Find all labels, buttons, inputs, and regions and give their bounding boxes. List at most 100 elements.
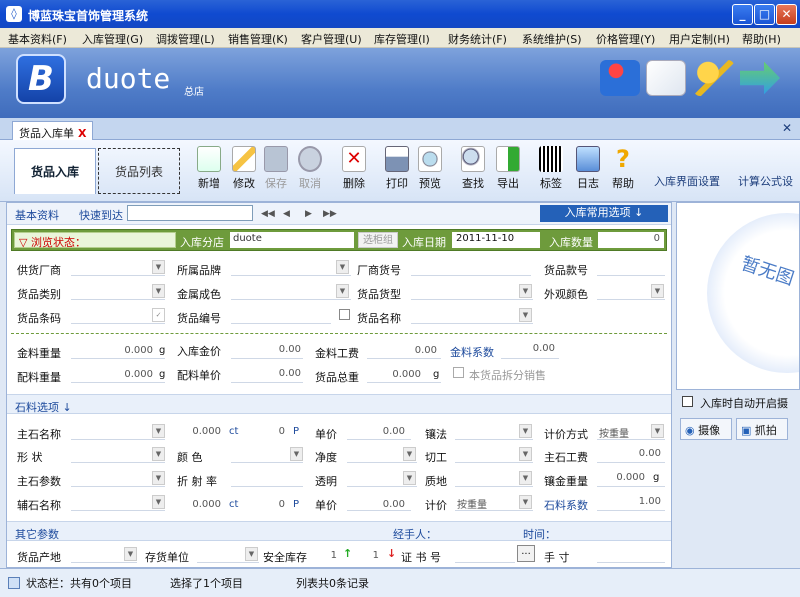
item-no-field[interactable] — [231, 307, 331, 324]
close-all-tabs-icon[interactable]: ✕ — [782, 121, 792, 135]
prev-record-icon[interactable]: ◀ — [283, 209, 290, 219]
chevron-down-icon[interactable]: ▼ — [519, 284, 532, 298]
menu-inbound[interactable]: 入库管理(G) — [82, 31, 143, 47]
menu-sales[interactable]: 销售管理(K) — [228, 31, 288, 47]
next-record-icon[interactable]: ▶ — [305, 209, 312, 219]
supplier-select[interactable] — [71, 259, 165, 276]
menu-transfer[interactable]: 调拨管理(L) — [156, 31, 215, 47]
aux-stone-select[interactable] — [71, 494, 165, 511]
chevron-down-icon[interactable]: ▼ — [403, 471, 416, 485]
stone-section-header[interactable]: 石料选项 ↓ — [7, 394, 671, 414]
mail-icon[interactable] — [646, 60, 686, 96]
formula-settings-link[interactable]: 计算公式设 — [738, 173, 793, 189]
safety-stock-max[interactable]: 1 — [319, 550, 337, 561]
find-button[interactable]: 查找 — [456, 146, 490, 191]
branch-select[interactable]: duote — [230, 232, 354, 248]
common-options-button[interactable]: 入库常用选项 ↓ — [540, 205, 668, 222]
tab-inbound-form[interactable]: 货品入库单 X — [12, 121, 94, 140]
shape-select[interactable] — [71, 446, 165, 463]
barcode-field[interactable] — [71, 307, 165, 324]
edit-button[interactable]: 修改 — [227, 146, 261, 191]
chevron-down-icon[interactable]: ▼ — [336, 284, 349, 298]
add-button[interactable]: 新增 — [192, 146, 226, 191]
chevron-down-icon[interactable]: ▼ — [651, 284, 664, 298]
type-select[interactable] — [411, 283, 533, 300]
help-button[interactable]: ? 帮助 — [606, 146, 640, 191]
auto-open-option[interactable]: 入库时自动开启摄 — [680, 394, 798, 410]
label-button[interactable]: 标签 — [534, 146, 568, 191]
inlay-weight-field[interactable]: 0.000 g — [597, 470, 665, 487]
cancel-button[interactable]: 取消 — [293, 146, 327, 191]
chevron-down-icon[interactable]: ▼ — [124, 547, 137, 561]
menu-customer[interactable]: 客户管理(U) — [301, 31, 362, 47]
menu-basic[interactable]: 基本资料(F) — [8, 31, 67, 47]
chevron-down-icon[interactable]: ▼ — [336, 260, 349, 274]
last-record-icon[interactable]: ▶▶ — [323, 209, 337, 219]
chevron-down-icon[interactable]: ▼ — [403, 447, 416, 461]
main-stone-qty[interactable]: 0.000 — [177, 426, 221, 437]
basic-info-link[interactable]: 基本资料 — [15, 207, 59, 223]
split-sale-checkbox[interactable] — [453, 367, 464, 378]
switch-arrow-icon[interactable] — [740, 61, 780, 95]
tab-goods-inbound[interactable]: 货品入库 — [14, 148, 96, 194]
main-stone-count[interactable]: 0 — [261, 426, 285, 437]
main-stone-select[interactable] — [71, 423, 165, 440]
chevron-down-icon[interactable]: ▼ — [651, 424, 664, 438]
main-stone-param-select[interactable] — [71, 470, 165, 487]
check-icon[interactable]: ✓ — [152, 308, 165, 322]
aux-stone-qty[interactable]: 0.000 — [177, 499, 221, 510]
inbound-qty-field[interactable]: 0 — [598, 232, 664, 248]
chevron-down-icon[interactable]: ▼ — [519, 308, 532, 322]
export-button[interactable]: 导出 — [491, 146, 525, 191]
delete-button[interactable]: ✕ 删除 — [337, 146, 371, 191]
ring-size-field[interactable] — [597, 546, 665, 563]
chevron-down-icon[interactable]: ▼ — [245, 547, 258, 561]
joystick-icon[interactable] — [600, 60, 640, 96]
category-select[interactable] — [71, 283, 165, 300]
refraction-field[interactable] — [231, 470, 303, 487]
main-stone-labor-field[interactable]: 0.00 — [597, 446, 665, 463]
preview-button[interactable]: 预览 — [413, 146, 447, 191]
stone-coef-field[interactable]: 1.00 — [597, 494, 665, 511]
cert-browse-button[interactable]: ... — [517, 545, 535, 562]
close-button[interactable]: ✕ — [776, 4, 797, 25]
vendor-sku-field[interactable] — [411, 259, 531, 276]
menu-inventory[interactable]: 库存管理(I) — [374, 31, 430, 47]
item-name-select[interactable] — [411, 307, 533, 324]
first-record-icon[interactable]: ◀◀ — [261, 209, 275, 219]
chevron-down-icon[interactable]: ▼ — [152, 495, 165, 509]
style-no-field[interactable] — [597, 259, 665, 276]
item-name-checkbox[interactable] — [339, 309, 350, 320]
inbound-ui-settings-link[interactable]: 入库界面设置 — [654, 173, 720, 189]
menu-help[interactable]: 帮助(H) — [742, 31, 781, 47]
chevron-down-icon[interactable]: ▼ — [519, 424, 532, 438]
chevron-down-icon[interactable]: ▼ — [290, 447, 303, 461]
chevron-down-icon[interactable]: ▼ — [152, 424, 165, 438]
inbound-date-field[interactable]: 2011-11-10 — [452, 232, 540, 248]
chevron-down-icon[interactable]: ▼ — [152, 471, 165, 485]
maximize-button[interactable]: □ — [754, 4, 775, 25]
tab-close-icon[interactable]: X — [78, 127, 86, 140]
stone-coef-link[interactable]: 石料系数 — [544, 497, 588, 513]
auto-open-checkbox[interactable] — [682, 396, 693, 407]
chevron-down-icon[interactable]: ▼ — [152, 260, 165, 274]
quick-jump-input[interactable] — [127, 205, 253, 221]
cert-no-field[interactable] — [455, 546, 515, 563]
menu-price[interactable]: 价格管理(Y) — [596, 31, 655, 47]
key-icon[interactable] — [694, 60, 734, 96]
chevron-down-icon[interactable]: ▼ — [152, 447, 165, 461]
tab-goods-list[interactable]: 货品列表 — [98, 148, 180, 194]
brand-select[interactable] — [231, 259, 351, 276]
menu-custom[interactable]: 用户定制(H) — [669, 31, 730, 47]
chevron-down-icon[interactable]: ▼ — [152, 284, 165, 298]
menu-system[interactable]: 系统维护(S) — [522, 31, 582, 47]
gold-coef-link[interactable]: 金料系数 — [450, 344, 494, 360]
chevron-down-icon[interactable]: ▼ — [519, 495, 532, 509]
purity-select[interactable] — [231, 283, 351, 300]
other-section-header[interactable]: 其它参数 经手人： 时间： — [7, 521, 671, 541]
aux-stone-count[interactable]: 0 — [261, 499, 285, 510]
menu-finance[interactable]: 财务统计(F) — [448, 31, 507, 47]
camera-button[interactable]: ◉ 摄像 — [680, 418, 732, 440]
print-button[interactable]: 打印 — [380, 146, 414, 191]
minimize-button[interactable]: _ — [732, 4, 753, 25]
